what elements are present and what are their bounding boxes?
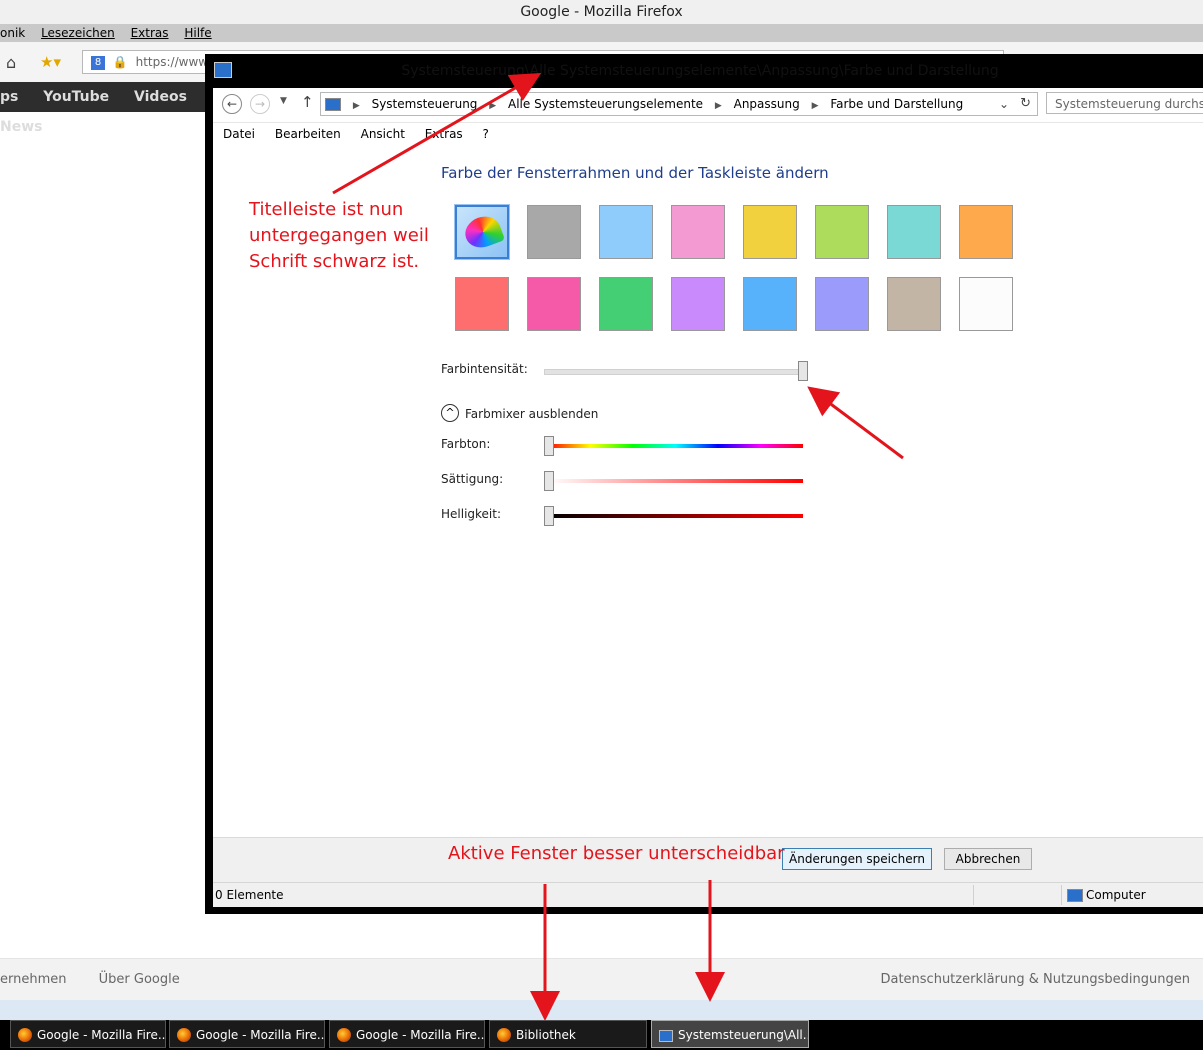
breadcrumb-separator-icon: ▶	[714, 101, 722, 111]
hue-slider-track[interactable]	[548, 444, 803, 448]
recent-pages-dropdown-icon[interactable]: ▼	[280, 96, 287, 106]
bookmark-star-icon[interactable]: ★▾	[40, 53, 61, 71]
taskbar-button-firefox-3[interactable]: Google - Mozilla Fire...	[329, 1020, 485, 1048]
color-swatch[interactable]	[743, 277, 797, 331]
forward-arrow-icon[interactable]: →	[250, 94, 270, 114]
status-bar: 0 Elemente Computer	[213, 882, 1203, 907]
color-swatch[interactable]	[887, 277, 941, 331]
taskbar-button-bibliothek[interactable]: Bibliothek	[489, 1020, 647, 1048]
annotation-title-note: Titelleiste ist nun untergegangen weil S…	[249, 199, 429, 272]
control-panel-menu-bar: Datei Bearbeiten Ansicht Extras ?	[213, 123, 1203, 145]
search-input[interactable]: Systemsteuerung durchsuch	[1046, 92, 1203, 114]
menu-item-chronik[interactable]: onik	[0, 26, 25, 40]
status-divider	[1061, 885, 1062, 905]
color-swatch[interactable]	[887, 205, 941, 259]
color-swatch[interactable]	[599, 277, 653, 331]
google-search-icon: 8	[91, 55, 105, 70]
footer-link-privacy[interactable]: Datenschutzerklärung & Nutzungsbedingung…	[880, 959, 1190, 1001]
firefox-icon	[177, 1028, 191, 1042]
brightness-slider-track[interactable]	[548, 514, 803, 518]
breadcrumb-alle-elemente[interactable]: Alle Systemsteuerungselemente	[508, 97, 703, 111]
cancel-button[interactable]: Abbrechen	[944, 848, 1032, 870]
control-panel-icon	[214, 62, 232, 78]
computer-icon	[325, 98, 341, 111]
menu-item-extras[interactable]: Extras	[131, 26, 169, 40]
chevron-up-icon[interactable]: ^	[441, 404, 459, 422]
refresh-icon[interactable]: ↻	[1020, 93, 1031, 115]
brightness-label: Helligkeit:	[441, 507, 502, 521]
saturation-slider-thumb[interactable]	[544, 471, 554, 491]
status-divider	[973, 885, 974, 905]
breadcrumb-systemsteuerung[interactable]: Systemsteuerung	[372, 97, 478, 111]
intensity-label: Farbintensität:	[441, 362, 528, 376]
menu-item-extras[interactable]: Extras	[425, 127, 463, 141]
breadcrumb-separator-icon: ▶	[489, 101, 497, 111]
annotation-active-note: Aktive Fenster besser unterscheidbar	[448, 843, 785, 864]
color-swatch[interactable]	[599, 205, 653, 259]
color-swatch[interactable]	[959, 277, 1013, 331]
breadcrumb-separator-icon: ▶	[352, 101, 360, 111]
status-location: Computer	[1086, 888, 1146, 902]
mixer-toggle-link[interactable]: Farbmixer ausblenden	[465, 407, 598, 421]
taskbar-button-systemsteuerung[interactable]: Systemsteuerung\All...	[651, 1020, 809, 1048]
hue-slider-thumb[interactable]	[544, 436, 554, 456]
hue-label: Farbton:	[441, 437, 491, 451]
breadcrumb-separator-icon: ▶	[811, 101, 819, 111]
menu-item-help[interactable]: ?	[483, 127, 489, 141]
color-swatch[interactable]	[815, 277, 869, 331]
taskbar-button-firefox-1[interactable]: Google - Mozilla Fire...	[10, 1020, 166, 1048]
firefox-icon	[337, 1028, 351, 1042]
color-swatch[interactable]	[815, 205, 869, 259]
saturation-label: Sättigung:	[441, 472, 504, 486]
taskbar: Google - Mozilla Fire... Google - Mozill…	[0, 1020, 1203, 1050]
color-swatch[interactable]	[671, 277, 725, 331]
menu-item-bearbeiten[interactable]: Bearbeiten	[275, 127, 341, 141]
firefox-title-bar: Google - Mozilla Firefox	[0, 0, 1203, 24]
intensity-slider-track[interactable]	[544, 369, 804, 375]
google-link-youtube[interactable]: YouTube	[43, 89, 109, 105]
home-icon[interactable]: ⌂	[6, 53, 16, 72]
google-footer: ernehmen Über Google Datenschutzerklärun…	[0, 958, 1203, 1001]
brightness-slider-thumb[interactable]	[544, 506, 554, 526]
color-swatch[interactable]	[743, 205, 797, 259]
menu-item-datei[interactable]: Datei	[223, 127, 255, 141]
window-title: Systemsteuerung\Alle Systemsteuerungsele…	[401, 63, 999, 79]
color-swatch[interactable]	[455, 277, 509, 331]
menu-item-lesezeichen[interactable]: Lesezeichen	[41, 26, 115, 40]
color-palette-icon	[460, 211, 506, 253]
color-swatch[interactable]	[959, 205, 1013, 259]
up-arrow-icon[interactable]: ↑	[301, 93, 314, 111]
color-swatch[interactable]	[527, 205, 581, 259]
google-link-videos[interactable]: Videos	[134, 89, 187, 105]
google-link-apps[interactable]: ps	[0, 89, 18, 105]
footer-link-ueber-google[interactable]: Über Google	[99, 972, 180, 987]
computer-icon	[1067, 889, 1083, 902]
footer-link-unternehmen[interactable]: ernehmen	[0, 972, 67, 987]
control-panel-icon	[659, 1030, 673, 1042]
firefox-status-bar	[0, 1000, 1203, 1020]
breadcrumb-anpassung[interactable]: Anpassung	[734, 97, 800, 111]
color-swatch[interactable]	[527, 277, 581, 331]
color-swatch[interactable]	[671, 205, 725, 259]
firefox-icon	[18, 1028, 32, 1042]
saturation-slider-track[interactable]	[548, 479, 803, 483]
back-arrow-icon[interactable]: ←	[222, 94, 242, 114]
firefox-menu-bar: onik Lesezeichen Extras Hilfe	[0, 24, 1203, 42]
menu-item-hilfe[interactable]: Hilfe	[184, 26, 211, 40]
intensity-slider-thumb[interactable]	[798, 361, 808, 381]
address-bar[interactable]: ▶ Systemsteuerung ▶ Alle Systemsteuerung…	[320, 92, 1038, 116]
google-nav-bar: ps YouTube Videos News	[0, 82, 210, 135]
address-dropdown-icon[interactable]: ⌄	[999, 93, 1009, 115]
firefox-icon	[497, 1028, 511, 1042]
page-heading: Farbe der Fensterrahmen und der Taskleis…	[441, 164, 829, 182]
taskbar-button-firefox-2[interactable]: Google - Mozilla Fire...	[169, 1020, 325, 1048]
lock-icon: 🔒	[112, 55, 128, 69]
google-link-news[interactable]: News	[0, 119, 42, 135]
menu-item-ansicht[interactable]: Ansicht	[361, 127, 405, 141]
breadcrumb-farbe-darstellung[interactable]: Farbe und Darstellung	[830, 97, 963, 111]
swatch-automatic[interactable]	[454, 204, 510, 260]
save-changes-button[interactable]: Änderungen speichern	[782, 848, 932, 870]
status-item-count: 0 Elemente	[215, 888, 284, 902]
